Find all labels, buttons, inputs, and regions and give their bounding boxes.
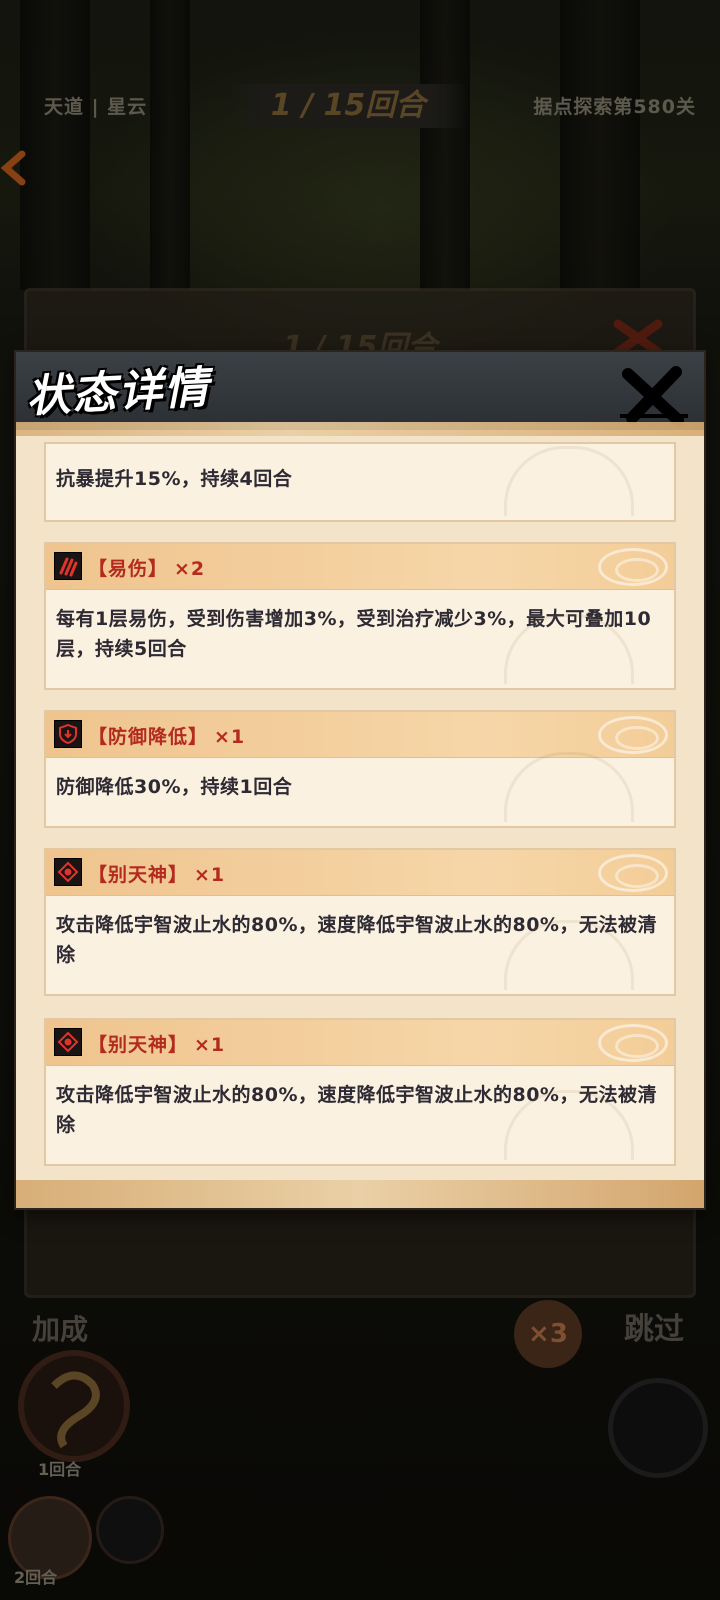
eye-icon <box>54 1028 82 1056</box>
status-name: 【易伤】 ×2 <box>88 558 206 580</box>
status-name: 【防御降低】 ×1 <box>88 726 246 748</box>
status-card: 抗暴提升15%，持续4回合 <box>44 442 676 522</box>
swirl-decoration <box>598 548 668 586</box>
dialog-footer <box>16 1180 704 1208</box>
swirl-decoration <box>598 854 668 892</box>
status-detail-dialog: 状态详情 抗暴提升15%，持续4回合 【易伤】 ×2 每有1层易伤，受到伤害增加3… <box>16 352 704 1208</box>
eye-icon <box>54 858 82 886</box>
status-card: 【别天神】 ×1 攻击降低宇智波止水的80%，速度降低宇智波止水的80%，无法被清… <box>44 1018 676 1166</box>
dialog-title: 状态详情 <box>25 362 212 423</box>
status-card: 【防御降低】 ×1 防御降低30%，持续1回合 <box>44 710 676 828</box>
swirl-decoration <box>598 1024 668 1062</box>
status-card-header: 【别天神】 ×1 <box>46 850 674 896</box>
header-divider <box>16 422 704 436</box>
status-card-header: 【别天神】 ×1 <box>46 1020 674 1066</box>
dialog-header: 状态详情 <box>16 352 704 430</box>
status-card: 【别天神】 ×1 攻击降低宇智波止水的80%，速度降低宇智波止水的80%，无法被清… <box>44 848 676 996</box>
status-name: 【别天神】 ×1 <box>88 864 226 886</box>
shield-down-icon <box>54 720 82 748</box>
status-card-header: 【防御降低】 ×1 <box>46 712 674 758</box>
swirl-decoration <box>598 716 668 754</box>
status-card-header: 【易伤】 ×2 <box>46 544 674 590</box>
status-card: 【易伤】 ×2 每有1层易伤，受到伤害增加3%，受到治疗减少3%，最大可叠加10层… <box>44 542 676 690</box>
status-list[interactable]: 抗暴提升15%，持续4回合 【易伤】 ×2 每有1层易伤，受到伤害增加3%，受到治… <box>16 440 704 1180</box>
status-name: 【别天神】 ×1 <box>88 1034 226 1056</box>
close-icon[interactable] <box>614 366 694 426</box>
claw-icon <box>54 552 82 580</box>
